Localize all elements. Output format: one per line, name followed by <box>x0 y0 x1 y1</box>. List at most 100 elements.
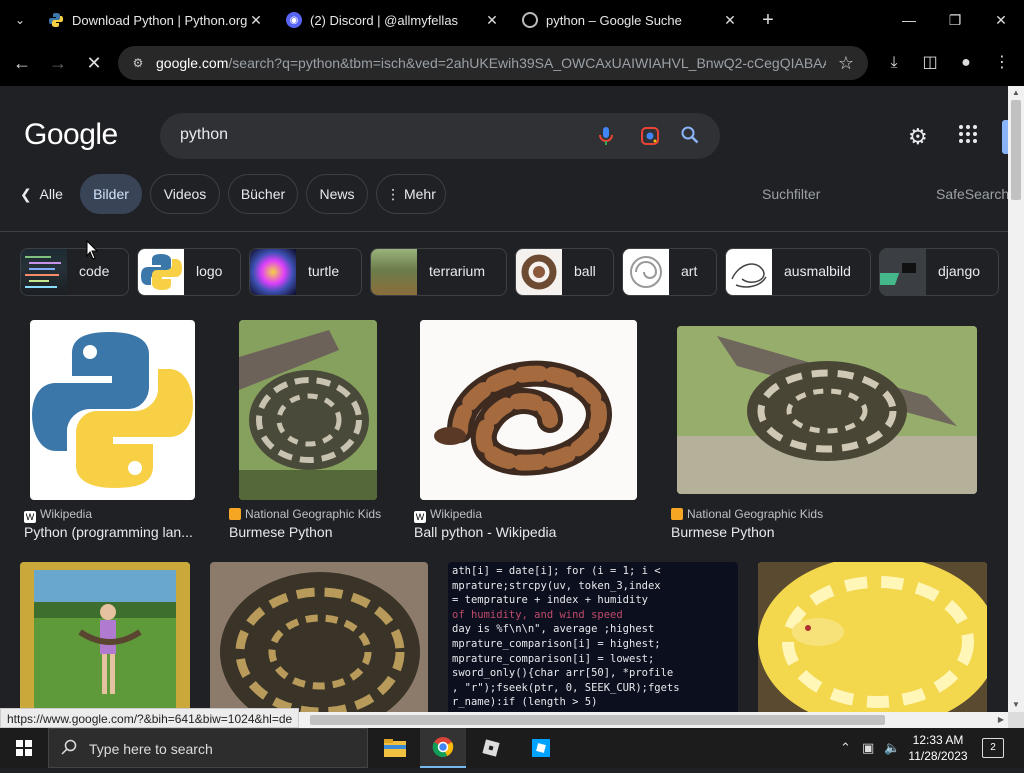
result-source[interactable]: W Wikipedia <box>414 507 482 523</box>
roblox-studio-icon[interactable] <box>518 728 564 768</box>
scrollbar-thumb[interactable] <box>1011 100 1021 200</box>
result-thumbnail[interactable] <box>210 562 428 714</box>
search-icon[interactable] <box>680 126 700 146</box>
close-icon[interactable]: ✕ <box>484 12 500 28</box>
close-icon[interactable]: ✕ <box>248 12 264 28</box>
chip-thumbnail <box>250 249 296 295</box>
search-query[interactable]: python <box>180 126 228 144</box>
chip-django[interactable]: django <box>879 248 999 296</box>
chip-ball[interactable]: ball <box>515 248 614 296</box>
nav-back-all[interactable]: ❮ Alle <box>20 174 63 214</box>
scroll-up-arrow-icon[interactable]: ▲ <box>1008 88 1024 100</box>
code-line: mprature_comparison[i] = lowest; <box>452 652 655 665</box>
chip-thumbnail <box>623 249 669 295</box>
window-close-icon[interactable]: ✕ <box>989 8 1013 32</box>
result-thumbnail[interactable] <box>758 562 987 714</box>
tab-books[interactable]: Bücher <box>228 174 298 214</box>
google-images-page: Google python ⚙ ❮ Alle Bilder Videos Büc… <box>0 86 1008 714</box>
tab-python-download[interactable]: Download Python | Python.org ✕ <box>48 0 264 40</box>
download-icon[interactable]: ⤓ <box>882 51 906 75</box>
forward-arrow-icon[interactable]: → <box>46 51 70 75</box>
mouse-cursor-icon <box>86 240 98 260</box>
result-source[interactable]: National Geographic Kids <box>671 507 823 521</box>
chip-label: art <box>681 263 698 279</box>
settings-gear-icon[interactable]: ⚙ <box>908 124 928 150</box>
tab-news[interactable]: News <box>306 174 368 214</box>
result-thumbnail[interactable] <box>677 326 977 494</box>
chip-code[interactable]: code <box>20 248 129 296</box>
search-input[interactable]: python <box>160 113 720 159</box>
google-lens-icon[interactable] <box>640 126 660 146</box>
apps-grid-icon[interactable] <box>958 124 978 150</box>
result-caption[interactable]: Burmese Python <box>671 524 871 540</box>
tab-google-search[interactable]: python – Google Suche ✕ <box>522 0 738 40</box>
tab-videos[interactable]: Videos <box>150 174 220 214</box>
code-screenshot-thumbnail[interactable]: ath[i] = date[i]; for (i = 1; i < mpratu… <box>448 562 738 714</box>
vertical-scrollbar[interactable]: ▲ ▼ <box>1008 86 1024 714</box>
source-name: National Geographic Kids <box>245 507 382 521</box>
result-caption[interactable]: Burmese Python <box>229 524 399 540</box>
result-thumbnail[interactable] <box>20 562 190 714</box>
address-bar[interactable]: ⚙ google.com/search?q=python&tbm=isch&ve… <box>118 46 868 80</box>
taskbar-search-box[interactable]: Type here to search <box>48 728 368 768</box>
chip-label: terrarium <box>429 263 486 279</box>
result-thumbnail[interactable] <box>30 320 195 500</box>
result-thumbnail[interactable] <box>420 320 637 500</box>
chrome-icon[interactable] <box>420 728 466 768</box>
close-icon[interactable]: ✕ <box>722 12 738 28</box>
code-line: ath[i] = date[i]; for (i = 1; i < <box>452 565 661 577</box>
file-explorer-icon[interactable] <box>372 728 418 768</box>
restore-icon[interactable]: ❐ <box>943 8 967 32</box>
result-source[interactable]: National Geographic Kids <box>229 507 381 521</box>
result-source[interactable]: W Wikipedia <box>24 507 92 523</box>
profile-icon[interactable]: ● <box>954 51 978 75</box>
microphone-icon[interactable] <box>596 126 616 146</box>
stop-loading-icon[interactable]: ✕ <box>82 51 106 75</box>
tab-more[interactable]: ⋮ Mehr <box>376 174 446 214</box>
chip-label: ball <box>574 263 596 279</box>
chip-ausmalbild[interactable]: ausmalbild <box>725 248 871 296</box>
tab-search-chevron-icon[interactable]: ⌄ <box>8 10 32 30</box>
menu-kebab-icon[interactable]: ⋮ <box>990 51 1014 75</box>
minimize-icon[interactable]: — <box>897 8 921 32</box>
chip-thumbnail <box>880 249 926 295</box>
roblox-icon[interactable] <box>468 728 514 768</box>
safesearch-link[interactable]: SafeSearch <box>936 174 1008 214</box>
side-panel-icon[interactable]: ◫ <box>918 51 942 75</box>
chip-terrarium[interactable]: terrarium <box>370 248 507 296</box>
network-icon[interactable]: ▣ <box>862 740 874 756</box>
notifications-icon[interactable]: 2 <box>982 738 1004 758</box>
natgeo-kids-icon <box>229 508 241 520</box>
chip-thumbnail <box>371 249 417 295</box>
tab-strip: ⌄ Download Python | Python.org ✕ ◉ (2) D… <box>0 0 1024 40</box>
search-icon <box>61 739 77 760</box>
windows-start-icon[interactable] <box>0 728 48 768</box>
scroll-right-arrow-icon[interactable]: ▶ <box>998 712 1004 728</box>
url-text[interactable]: google.com/search?q=python&tbm=isch&ved=… <box>156 55 826 71</box>
nav-all-label: Alle <box>39 186 63 202</box>
back-arrow-icon[interactable]: ← <box>10 51 34 75</box>
source-name: National Geographic Kids <box>687 507 824 521</box>
google-logo[interactable]: Google <box>24 118 118 152</box>
chip-turtle[interactable]: turtle <box>249 248 362 296</box>
bookmark-star-icon[interactable]: ☆ <box>838 53 854 74</box>
chip-label: ausmalbild <box>784 263 851 279</box>
chip-label: django <box>938 263 981 279</box>
clock-date: 11/28/2023 <box>908 749 968 763</box>
search-filters-link[interactable]: Suchfilter <box>762 174 820 214</box>
result-thumbnail[interactable] <box>239 320 377 500</box>
taskbar-clock[interactable]: 12:33 AM 11/28/2023 <box>898 732 978 764</box>
chip-label: code <box>79 263 110 279</box>
tab-discord[interactable]: ◉ (2) Discord | @allmyfellas ✕ <box>286 0 500 40</box>
site-info-icon[interactable]: ⚙ <box>130 55 146 71</box>
tab-images[interactable]: Bilder <box>80 174 142 214</box>
wikipedia-icon: W <box>414 511 426 523</box>
result-caption[interactable]: Python (programming lan... <box>24 524 204 540</box>
scroll-down-arrow-icon[interactable]: ▼ <box>1008 700 1024 712</box>
chip-art[interactable]: art <box>622 248 717 296</box>
chip-logo[interactable]: logo <box>137 248 241 296</box>
new-tab-plus-icon[interactable]: + <box>758 8 778 32</box>
result-caption[interactable]: Ball python - Wikipedia <box>414 524 634 540</box>
tray-chevron-up-icon[interactable]: ⌃ <box>840 740 851 756</box>
scrollbar-thumb[interactable] <box>310 715 885 725</box>
